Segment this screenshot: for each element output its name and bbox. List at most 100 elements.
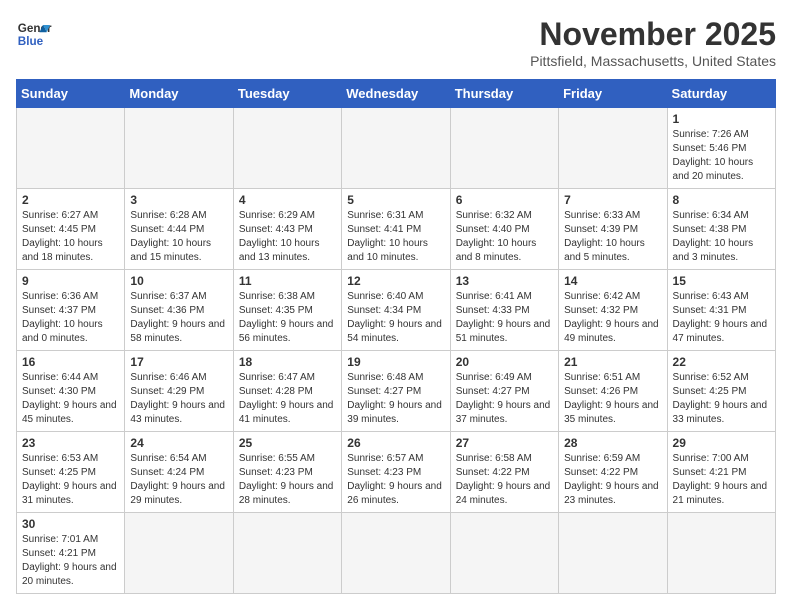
day-info: Sunrise: 6:31 AM Sunset: 4:41 PM Dayligh… — [347, 209, 444, 265]
day-number: 3 — [130, 193, 227, 207]
day-info: Sunrise: 6:44 AM Sunset: 4:30 PM Dayligh… — [22, 371, 119, 427]
day-number: 12 — [347, 274, 444, 288]
day-number: 17 — [130, 355, 227, 369]
day-cell: 29Sunrise: 7:00 AM Sunset: 4:21 PM Dayli… — [667, 432, 775, 513]
day-number: 23 — [22, 436, 119, 450]
day-info: Sunrise: 6:55 AM Sunset: 4:23 PM Dayligh… — [239, 452, 336, 508]
day-info: Sunrise: 6:46 AM Sunset: 4:29 PM Dayligh… — [130, 371, 227, 427]
day-info: Sunrise: 6:54 AM Sunset: 4:24 PM Dayligh… — [130, 452, 227, 508]
day-number: 27 — [456, 436, 553, 450]
day-cell: 9 Sunrise: 6:36 AM Sunset: 4:37 PM Daylig… — [17, 270, 125, 351]
day-header-thursday: Thursday — [450, 80, 558, 108]
day-cell — [559, 513, 667, 594]
day-info: Sunrise: 6:52 AM Sunset: 4:25 PM Dayligh… — [673, 371, 770, 427]
day-number: 8 — [673, 193, 770, 207]
day-number: 14 — [564, 274, 661, 288]
week-row-2: 9 Sunrise: 6:36 AM Sunset: 4:37 PM Daylig… — [17, 270, 776, 351]
day-cell: 24Sunrise: 6:54 AM Sunset: 4:24 PM Dayli… — [125, 432, 233, 513]
week-row-5: 30Sunrise: 7:01 AM Sunset: 4:21 PM Dayli… — [17, 513, 776, 594]
day-number: 7 — [564, 193, 661, 207]
day-cell — [450, 108, 558, 189]
day-number: 10 — [130, 274, 227, 288]
day-number: 11 — [239, 274, 336, 288]
day-info: Sunrise: 6:33 AM Sunset: 4:39 PM Dayligh… — [564, 209, 661, 265]
day-cell — [17, 108, 125, 189]
days-of-week-row: SundayMondayTuesdayWednesdayThursdayFrid… — [17, 80, 776, 108]
day-cell: 6 Sunrise: 6:32 AM Sunset: 4:40 PM Daylig… — [450, 189, 558, 270]
day-cell — [125, 108, 233, 189]
calendar-title: November 2025 — [530, 16, 776, 53]
day-info: Sunrise: 6:38 AM Sunset: 4:35 PM Dayligh… — [239, 290, 336, 346]
day-cell: 22 Sunrise: 6:52 AM Sunset: 4:25 PM Dayli… — [667, 351, 775, 432]
day-cell: 17 Sunrise: 6:46 AM Sunset: 4:29 PM Dayli… — [125, 351, 233, 432]
day-number: 25 — [239, 436, 336, 450]
day-cell — [559, 108, 667, 189]
day-cell — [667, 513, 775, 594]
day-cell: 16 Sunrise: 6:44 AM Sunset: 4:30 PM Dayli… — [17, 351, 125, 432]
calendar-subtitle: Pittsfield, Massachusetts, United States — [530, 53, 776, 69]
day-number: 4 — [239, 193, 336, 207]
day-info: Sunrise: 6:51 AM Sunset: 4:26 PM Dayligh… — [564, 371, 661, 427]
day-number: 13 — [456, 274, 553, 288]
header: General Blue November 2025 Pittsfield, M… — [16, 16, 776, 69]
week-row-4: 23Sunrise: 6:53 AM Sunset: 4:25 PM Dayli… — [17, 432, 776, 513]
day-header-saturday: Saturday — [667, 80, 775, 108]
day-cell: 13 Sunrise: 6:41 AM Sunset: 4:33 PM Dayli… — [450, 270, 558, 351]
svg-text:Blue: Blue — [18, 35, 44, 48]
day-header-friday: Friday — [559, 80, 667, 108]
day-number: 6 — [456, 193, 553, 207]
day-cell — [450, 513, 558, 594]
calendar-body: 1Sunrise: 7:26 AM Sunset: 5:46 PM Daylig… — [17, 108, 776, 594]
day-number: 30 — [22, 517, 119, 531]
week-row-3: 16 Sunrise: 6:44 AM Sunset: 4:30 PM Dayli… — [17, 351, 776, 432]
day-number: 19 — [347, 355, 444, 369]
day-cell: 19Sunrise: 6:48 AM Sunset: 4:27 PM Dayli… — [342, 351, 450, 432]
day-number: 16 — [22, 355, 119, 369]
day-number: 1 — [673, 112, 770, 126]
day-info: Sunrise: 6:43 AM Sunset: 4:31 PM Dayligh… — [673, 290, 770, 346]
day-number: 2 — [22, 193, 119, 207]
day-header-sunday: Sunday — [17, 80, 125, 108]
day-header-monday: Monday — [125, 80, 233, 108]
day-number: 21 — [564, 355, 661, 369]
day-info: Sunrise: 6:47 AM Sunset: 4:28 PM Dayligh… — [239, 371, 336, 427]
day-number: 9 — [22, 274, 119, 288]
day-cell — [233, 108, 341, 189]
calendar-table: SundayMondayTuesdayWednesdayThursdayFrid… — [16, 79, 776, 594]
day-number: 18 — [239, 355, 336, 369]
day-info: Sunrise: 6:41 AM Sunset: 4:33 PM Dayligh… — [456, 290, 553, 346]
day-cell: 18 Sunrise: 6:47 AM Sunset: 4:28 PM Dayli… — [233, 351, 341, 432]
day-info: Sunrise: 7:00 AM Sunset: 4:21 PM Dayligh… — [673, 452, 770, 508]
day-cell: 1Sunrise: 7:26 AM Sunset: 5:46 PM Daylig… — [667, 108, 775, 189]
day-cell — [125, 513, 233, 594]
title-area: November 2025 Pittsfield, Massachusetts,… — [530, 16, 776, 69]
day-cell: 25 Sunrise: 6:55 AM Sunset: 4:23 PM Dayli… — [233, 432, 341, 513]
day-cell: 11 Sunrise: 6:38 AM Sunset: 4:35 PM Dayli… — [233, 270, 341, 351]
day-info: Sunrise: 6:34 AM Sunset: 4:38 PM Dayligh… — [673, 209, 770, 265]
week-row-1: 2Sunrise: 6:27 AM Sunset: 4:45 PM Daylig… — [17, 189, 776, 270]
day-cell — [342, 513, 450, 594]
day-cell: 7 Sunrise: 6:33 AM Sunset: 4:39 PM Daylig… — [559, 189, 667, 270]
day-info: Sunrise: 6:57 AM Sunset: 4:23 PM Dayligh… — [347, 452, 444, 508]
day-number: 28 — [564, 436, 661, 450]
day-header-wednesday: Wednesday — [342, 80, 450, 108]
day-cell: 15 Sunrise: 6:43 AM Sunset: 4:31 PM Dayli… — [667, 270, 775, 351]
day-number: 15 — [673, 274, 770, 288]
logo: General Blue — [16, 16, 52, 52]
day-cell: 5Sunrise: 6:31 AM Sunset: 4:41 PM Daylig… — [342, 189, 450, 270]
day-info: Sunrise: 6:37 AM Sunset: 4:36 PM Dayligh… — [130, 290, 227, 346]
day-cell: 28 Sunrise: 6:59 AM Sunset: 4:22 PM Dayli… — [559, 432, 667, 513]
day-info: Sunrise: 6:32 AM Sunset: 4:40 PM Dayligh… — [456, 209, 553, 265]
day-cell — [342, 108, 450, 189]
day-cell: 30Sunrise: 7:01 AM Sunset: 4:21 PM Dayli… — [17, 513, 125, 594]
day-info: Sunrise: 6:36 AM Sunset: 4:37 PM Dayligh… — [22, 290, 119, 346]
day-cell: 4Sunrise: 6:29 AM Sunset: 4:43 PM Daylig… — [233, 189, 341, 270]
day-cell: 14Sunrise: 6:42 AM Sunset: 4:32 PM Dayli… — [559, 270, 667, 351]
day-info: Sunrise: 6:59 AM Sunset: 4:22 PM Dayligh… — [564, 452, 661, 508]
day-cell: 27Sunrise: 6:58 AM Sunset: 4:22 PM Dayli… — [450, 432, 558, 513]
day-cell: 21 Sunrise: 6:51 AM Sunset: 4:26 PM Dayli… — [559, 351, 667, 432]
week-row-0: 1Sunrise: 7:26 AM Sunset: 5:46 PM Daylig… — [17, 108, 776, 189]
day-header-tuesday: Tuesday — [233, 80, 341, 108]
day-number: 22 — [673, 355, 770, 369]
day-cell: 10 Sunrise: 6:37 AM Sunset: 4:36 PM Dayli… — [125, 270, 233, 351]
